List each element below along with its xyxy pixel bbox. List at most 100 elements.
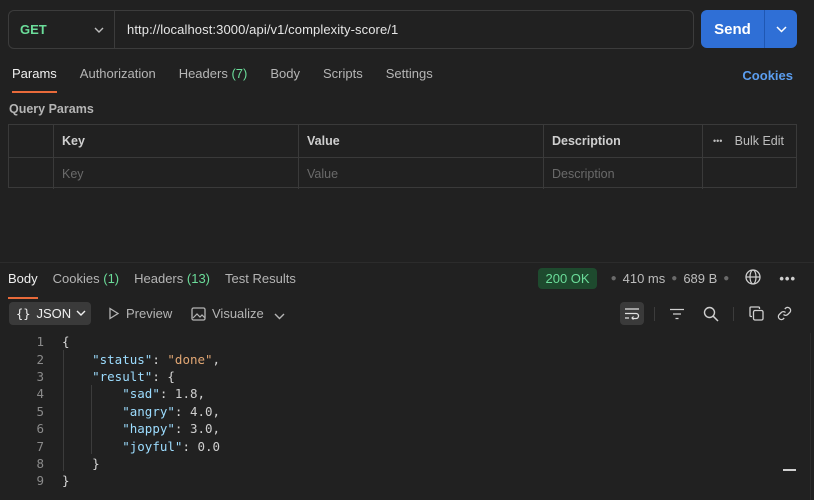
- tab-label: Headers: [134, 271, 184, 286]
- separator-dot: ●: [610, 273, 617, 284]
- search-button[interactable]: [699, 302, 723, 325]
- send-button[interactable]: Send: [701, 10, 765, 48]
- filter-button[interactable]: [665, 302, 689, 325]
- tab-label: Headers: [178, 66, 228, 81]
- method-label: GET: [20, 22, 47, 37]
- format-select[interactable]: {} JSON: [9, 302, 91, 325]
- chevron-down-icon: [775, 20, 787, 38]
- link-button[interactable]: [772, 302, 796, 325]
- response-meta: 200 OK ● 410 ms ● 689 B ● •••: [538, 268, 796, 289]
- visualize-label: Visualize: [212, 306, 264, 321]
- wrap-icon: [625, 308, 640, 320]
- tab-scripts[interactable]: Scripts: [323, 66, 363, 93]
- tab-count: (13): [186, 271, 211, 286]
- line-number: 3: [36, 368, 44, 384]
- code-text: "angry": 4.0,: [122, 403, 221, 419]
- checkbox-column: [9, 125, 53, 157]
- code-line: 1{: [0, 333, 220, 350]
- separator-dot: ●: [723, 273, 730, 284]
- value-input[interactable]: Value: [298, 158, 543, 189]
- pane-divider[interactable]: [0, 262, 814, 263]
- code-text: "result": {: [92, 368, 175, 384]
- line-number: 4: [36, 386, 44, 402]
- copy-icon: [748, 306, 764, 321]
- tab-label: Authorization: [79, 66, 156, 81]
- bulk-edit-button[interactable]: Bulk Edit: [735, 134, 784, 148]
- search-icon: [703, 306, 719, 322]
- separator-dot: ●: [671, 273, 678, 284]
- preview-label: Preview: [126, 306, 173, 321]
- cookies-link[interactable]: Cookies: [742, 68, 793, 83]
- code-text: "sad": 1.8,: [122, 386, 206, 402]
- tab-headers[interactable]: Headers (7): [179, 66, 248, 93]
- description-input[interactable]: Description: [543, 158, 702, 189]
- method-select[interactable]: GET: [9, 11, 115, 48]
- tab-test-results[interactable]: Test Results: [225, 271, 296, 299]
- code-text: "happy": 3.0,: [122, 421, 221, 437]
- more-options-icon[interactable]: •••: [713, 136, 722, 146]
- tab-label: Params: [12, 66, 57, 81]
- tab-settings[interactable]: Settings: [386, 66, 433, 93]
- visualize-options-button[interactable]: [274, 308, 291, 323]
- braces-icon: {}: [16, 306, 31, 321]
- tab-body[interactable]: Body: [270, 66, 300, 93]
- chevron-down-icon: [274, 308, 291, 323]
- code-line: 4 "sad": 1.8,: [0, 385, 220, 402]
- line-number: 5: [36, 403, 44, 419]
- tab-label: Settings: [385, 66, 433, 81]
- table-actions: ••• Bulk Edit: [702, 125, 796, 157]
- key-input[interactable]: Key: [53, 158, 298, 189]
- code-text: {: [62, 334, 70, 350]
- tab-response-headers[interactable]: Headers (13): [134, 271, 210, 299]
- tab-authorization[interactable]: Authorization: [80, 66, 156, 93]
- table-row: Key Value Description: [9, 157, 796, 189]
- query-params-title: Query Params: [9, 102, 94, 116]
- url-input[interactable]: http://localhost:3000/api/v1/complexity-…: [115, 22, 398, 37]
- play-icon: [109, 307, 120, 320]
- send-options-button[interactable]: [765, 10, 797, 48]
- row-actions-cell: [702, 158, 796, 189]
- tab-label: Cookies: [52, 271, 100, 286]
- response-size[interactable]: 689 B: [683, 271, 717, 286]
- code-line: 6 "happy": 3.0,: [0, 420, 220, 437]
- code-line: 9}: [0, 472, 220, 489]
- visualize-button[interactable]: Visualize: [191, 306, 264, 321]
- tab-label: Test Results: [225, 271, 296, 286]
- table-header-row: Key Value Description ••• Bulk Edit: [9, 125, 796, 157]
- request-tabs: Params Authorization Headers (7) Body Sc…: [12, 66, 456, 93]
- format-label: JSON: [36, 306, 72, 321]
- editor-scrollbar[interactable]: [810, 333, 814, 500]
- row-checkbox-cell: [9, 158, 53, 189]
- column-header-description: Description: [543, 125, 702, 157]
- globe-icon[interactable]: [735, 269, 761, 288]
- code-text: "joyful": 0.0: [122, 438, 221, 454]
- toolbar-divider: [654, 306, 655, 321]
- more-options-icon[interactable]: •••: [779, 271, 796, 286]
- link-icon: [777, 306, 791, 321]
- column-header-value: Value: [298, 125, 543, 157]
- toolbar-divider: [733, 306, 734, 321]
- code-line: 7 "joyful": 0.0: [0, 437, 220, 454]
- status-badge[interactable]: 200 OK: [538, 268, 597, 289]
- tab-params[interactable]: Params: [12, 66, 57, 93]
- tab-response-cookies[interactable]: Cookies (1): [53, 271, 119, 299]
- code-text: }: [62, 473, 70, 489]
- code-text: }: [62, 455, 100, 471]
- response-time[interactable]: 410 ms: [623, 271, 666, 286]
- tab-label: Scripts: [322, 66, 363, 81]
- url-bar: GET http://localhost:3000/api/v1/complex…: [8, 10, 694, 49]
- code-text: "status": "done",: [92, 351, 221, 367]
- copy-button[interactable]: [744, 302, 768, 325]
- response-tabs: Body Cookies (1) Headers (13) Test Resul…: [8, 271, 311, 299]
- line-number: 2: [36, 351, 44, 367]
- tab-count: (1): [103, 271, 120, 286]
- wrap-lines-button[interactable]: [620, 302, 644, 325]
- line-number: 1: [36, 334, 44, 350]
- image-icon: [191, 306, 206, 321]
- scroll-indicator[interactable]: [783, 469, 796, 471]
- tab-response-body[interactable]: Body: [8, 271, 38, 299]
- response-body-editor[interactable]: 1{ 2 "status": "done", 3 "result": { 4 "…: [0, 333, 220, 490]
- tab-label: Body: [8, 271, 38, 286]
- line-number: 7: [36, 438, 44, 454]
- preview-button[interactable]: Preview: [108, 306, 172, 321]
